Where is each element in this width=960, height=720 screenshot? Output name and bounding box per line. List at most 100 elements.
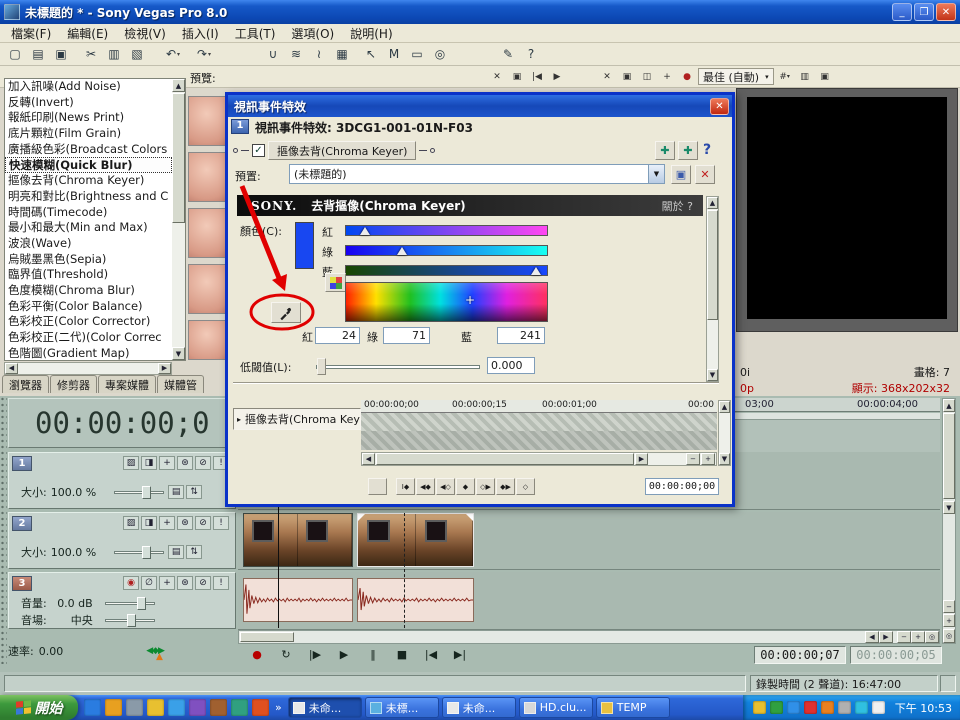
go-to-start-button[interactable]: |◀	[418, 645, 444, 664]
delete-keyframe-button[interactable]: ◇	[516, 478, 535, 495]
scroll-left-icon[interactable]: ◀	[865, 631, 879, 643]
tray-icon-8[interactable]	[871, 701, 885, 714]
red-slider-marker[interactable]	[359, 227, 370, 235]
about-link[interactable]: 關於 ?	[662, 198, 703, 214]
zoom-out-icon[interactable]: −	[897, 631, 911, 643]
arm-record-icon[interactable]: ◉	[123, 576, 139, 590]
normal-edit-tool-icon[interactable]: ↖	[360, 44, 382, 64]
whats-this-icon[interactable]: ?	[520, 44, 542, 64]
menu-item[interactable]: 插入(I)	[175, 24, 226, 43]
open-icon[interactable]: ▤	[27, 44, 49, 64]
timeline-vscrollbar[interactable]: ▲ ▼ − + ◎	[942, 398, 956, 644]
preview-quality-dropdown[interactable]: 最佳 (自動) ▾	[698, 68, 774, 85]
fx-list-item[interactable]: 烏賊墨黑色(Sepia)	[5, 252, 172, 268]
preview-record-icon[interactable]: ●	[678, 68, 696, 85]
transport-timecode[interactable]: 00:00:00;07	[754, 646, 846, 664]
sync-cursor-button[interactable]	[368, 478, 387, 495]
play-button[interactable]: ▶	[331, 645, 357, 664]
fx-list-item[interactable]: 色度模糊(Chroma Blur)	[5, 283, 172, 299]
keyframe-lane[interactable]	[361, 413, 717, 431]
track-header-3[interactable]: 3 ◉ ∅ + ⊛ ⊘! 音量: 0.0 dB 音場: 中央	[8, 572, 236, 629]
fx-list-item[interactable]: 色彩平衡(Color Balance)	[5, 299, 172, 315]
media-tab[interactable]: 瀏覽器	[2, 375, 49, 393]
media-tab[interactable]: 修剪器	[50, 375, 97, 393]
cut-icon[interactable]: ✂	[80, 44, 102, 64]
next-keyframe-button[interactable]: ◇▶	[476, 478, 495, 495]
scroll-up-icon[interactable]: ▲	[172, 79, 185, 92]
plugin-enable-checkbox[interactable]: ✓	[252, 144, 265, 157]
fx-list-item[interactable]: 明亮和對比(Brightness and C	[5, 189, 172, 205]
track-number-badge[interactable]: 1	[12, 456, 32, 471]
level-display-icon[interactable]: ▤	[168, 485, 185, 499]
zoom-in-icon[interactable]: +	[701, 453, 715, 465]
tray-icon-1[interactable]	[752, 701, 766, 714]
copy-icon[interactable]: ▥	[103, 44, 125, 64]
pane-prev-icon[interactable]: |◀	[528, 68, 546, 85]
scroll-up-icon[interactable]: ▲	[943, 399, 955, 412]
low-threshold-groove[interactable]	[316, 365, 480, 369]
expander-icon[interactable]: ▸	[237, 415, 241, 424]
vertical-zoom-tool-icon[interactable]: ◎	[943, 629, 955, 643]
paste-icon[interactable]: ▧	[126, 44, 148, 64]
tray-icon-5[interactable]	[820, 701, 834, 714]
quick-launch-desktop-icon[interactable]	[126, 699, 143, 716]
keyframe-hscrollbar[interactable]: ◀ ▶ − +	[361, 452, 717, 466]
fx-list-item[interactable]: 最小和最大(Min and Max)	[5, 220, 172, 236]
tray-icon-2[interactable]	[769, 701, 783, 714]
dialog-close-button[interactable]: ✕	[710, 97, 729, 115]
grid-overlay-icon[interactable]: # ▾	[776, 68, 794, 85]
prev-keyframe-button[interactable]: ◀◇	[436, 478, 455, 495]
keyframe-ruler[interactable]: 00:00:00;00 00:00:00;15 00:00:01;00 00:0…	[361, 400, 717, 413]
audio-event[interactable]	[243, 578, 353, 622]
cursor-timecode-display[interactable]: 00:00:00;0	[8, 398, 236, 448]
plugin-chain-add-icon[interactable]: ✚	[655, 141, 675, 160]
transport-end-timecode[interactable]: 00:00:00;05	[850, 646, 942, 664]
quick-launch-mail-icon[interactable]	[105, 699, 122, 716]
taskbar-clock[interactable]: 下午 10:53	[895, 700, 952, 716]
track-lane-2[interactable]	[238, 512, 940, 570]
monitor-pin-icon[interactable]: ▣	[618, 68, 636, 85]
pan-slider[interactable]	[104, 613, 155, 627]
last-keyframe-button[interactable]: ◆▶	[496, 478, 515, 495]
automation-settings-icon[interactable]: ⊛	[177, 576, 193, 590]
fx-list-item[interactable]: 摳像去背(Chroma Keyer)	[5, 173, 172, 189]
vertical-zoom-out-icon[interactable]: −	[943, 600, 955, 613]
scroll-down-icon[interactable]: ▼	[707, 369, 718, 381]
track-header-1[interactable]: 1 ▨ ◨ + ⊛ ⊘! 大小: 100.0 % ▤ ⇅	[8, 452, 236, 509]
expand-track-icon[interactable]: ⇅	[186, 485, 203, 499]
red-value-input[interactable]: 24	[315, 327, 360, 344]
sync-cursor-button[interactable]: I◆	[396, 478, 415, 495]
compositing-mode-icon[interactable]: +	[159, 516, 175, 530]
track-motion-icon[interactable]: ◨	[141, 516, 157, 530]
vertical-zoom-in-icon[interactable]: +	[943, 614, 955, 627]
mute-icon[interactable]: ⊘	[195, 576, 211, 590]
event-selection-handle[interactable]	[466, 514, 473, 521]
stop-button[interactable]: ■	[389, 645, 415, 664]
zoom-edit-tool-icon[interactable]: ◎	[429, 44, 451, 64]
scroll-right-icon[interactable]: ▶	[635, 453, 648, 465]
video-event[interactable]	[243, 513, 353, 567]
params-vscrollbar[interactable]: ▲ ▼	[706, 196, 719, 382]
mute-icon[interactable]: ⊘	[195, 456, 211, 470]
scroll-right-icon[interactable]: ▶	[158, 362, 171, 374]
fx-list-item[interactable]: 臨界值(Threshold)	[5, 267, 172, 283]
scrollbar-thumb[interactable]	[376, 453, 634, 465]
menu-item[interactable]: 選項(O)	[284, 24, 341, 43]
copy-snapshot-icon[interactable]: ▥	[796, 68, 814, 85]
help-icon[interactable]: ?	[703, 142, 711, 158]
lock-envelopes-icon[interactable]: ≀	[308, 44, 330, 64]
red-channel-slider[interactable]	[345, 225, 548, 236]
quick-launch-office-icon[interactable]	[210, 699, 227, 716]
rate-value[interactable]: 0.00	[39, 645, 64, 658]
task-button[interactable]: 未命...	[287, 697, 362, 718]
media-tab[interactable]: 媒體管	[157, 375, 204, 393]
fx-list-item[interactable]: 快速模糊(Quick Blur)	[5, 157, 172, 174]
dropdown-caret-icon[interactable]: ▾	[177, 51, 180, 58]
blue-slider-marker[interactable]	[530, 267, 541, 275]
keyframe-cursor-timecode[interactable]: 00:00:00;00	[645, 478, 719, 495]
scroll-down-icon[interactable]: ▼	[719, 453, 730, 465]
track-fx-icon[interactable]: ▨	[123, 516, 139, 530]
keyframe-track-row[interactable]: ▸ 摳像去背(Chroma Key	[233, 408, 361, 430]
quick-launch-media-icon[interactable]	[147, 699, 164, 716]
pause-button[interactable]: ‖	[360, 645, 386, 664]
